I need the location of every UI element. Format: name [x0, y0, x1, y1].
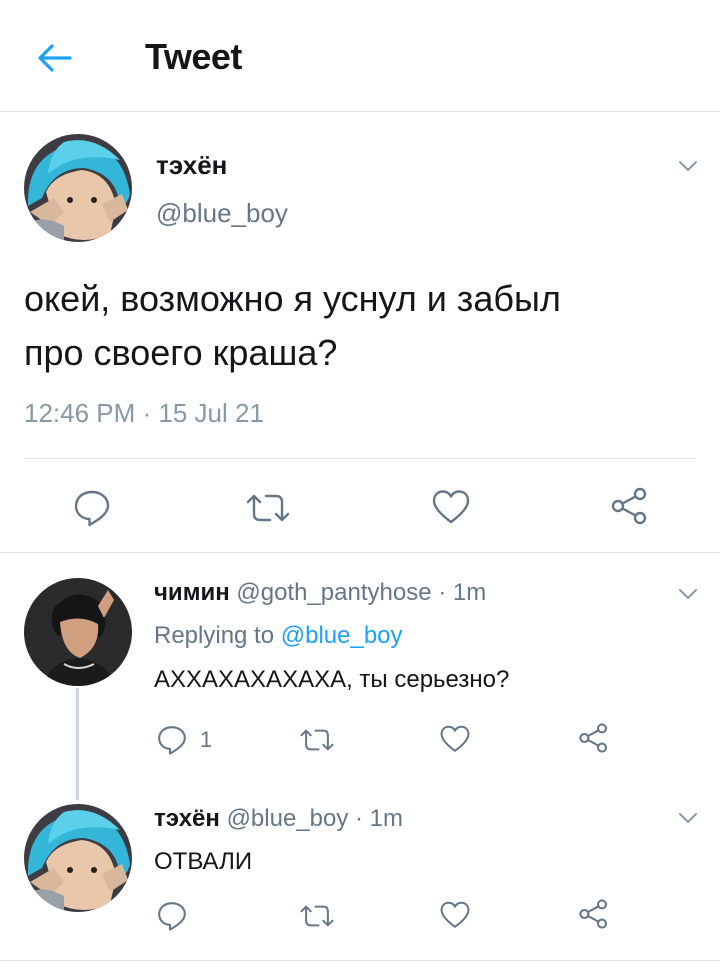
share-icon — [611, 487, 647, 525]
author-handle[interactable]: @goth_pantyhose — [236, 579, 431, 606]
share-icon — [579, 899, 608, 929]
reply-header: чимин @goth_pantyhose · 1m — [154, 579, 486, 607]
avatar[interactable] — [24, 804, 132, 912]
like-button[interactable] — [438, 900, 472, 930]
tweet-text: окей, возможно я уснул и забыл про своег… — [24, 272, 704, 380]
reply-button[interactable] — [72, 488, 112, 528]
reply-icon — [158, 902, 186, 931]
avatar-photo — [24, 134, 132, 242]
like-button[interactable] — [430, 488, 472, 526]
author-name[interactable]: чимин — [154, 579, 230, 606]
share-button[interactable] — [578, 898, 610, 930]
reply-button[interactable]: 1 — [156, 724, 212, 756]
reply-count: 1 — [200, 727, 213, 752]
arrow-left-icon — [38, 44, 72, 72]
chevron-down-icon — [679, 813, 697, 823]
reply-text: ОТВАЛИ — [154, 848, 253, 875]
replying-to-link[interactable]: @blue_boy — [281, 622, 403, 649]
share-icon — [579, 723, 608, 753]
reply-button[interactable] — [156, 900, 188, 932]
avatar-photo — [24, 804, 132, 912]
thread-line — [76, 688, 79, 800]
more-options-button[interactable] — [676, 584, 700, 604]
separator: · — [431, 579, 453, 606]
avatar-photo — [24, 578, 132, 686]
tweet-timestamp[interactable]: 12:46 PM · 15 Jul 21 — [24, 398, 264, 429]
replying-to-label: Replying to — [154, 622, 281, 649]
chevron-down-icon — [679, 589, 697, 599]
tweet-text-line: окей, возможно я уснул и забыл — [24, 278, 561, 319]
author-handle[interactable]: @blue_boy — [227, 805, 349, 832]
more-options-button[interactable] — [676, 808, 700, 828]
author-handle[interactable]: @blue_boy — [156, 198, 288, 229]
retweet-icon — [300, 905, 334, 927]
retweet-button[interactable] — [298, 726, 336, 754]
chevron-down-icon — [679, 161, 697, 171]
top-bar: Tweet — [0, 0, 720, 112]
retweet-button[interactable] — [244, 490, 292, 526]
author-name[interactable]: тэхён — [154, 805, 220, 832]
avatar[interactable] — [24, 578, 132, 686]
reply-icon — [158, 726, 186, 755]
reply-text: АХХАХАХАХАХА, ты серьезно? — [154, 666, 510, 693]
retweet-icon — [246, 494, 290, 522]
heart-icon — [440, 725, 470, 752]
replying-to: Replying to @blue_boy — [154, 622, 403, 650]
author-name[interactable]: тэхён — [156, 150, 227, 181]
tweet-text-line: про своего краша? — [24, 332, 338, 373]
share-button[interactable] — [578, 722, 610, 754]
more-options-button[interactable] — [676, 156, 700, 176]
reply-time[interactable]: 1m — [453, 579, 486, 606]
divider — [0, 960, 720, 961]
divider — [24, 458, 696, 459]
like-button[interactable] — [438, 724, 472, 754]
reply-time[interactable]: 1m — [370, 805, 403, 832]
retweet-icon — [300, 729, 334, 751]
divider — [0, 552, 720, 553]
reply-icon — [74, 490, 110, 527]
avatar[interactable] — [24, 134, 132, 242]
page-title: Tweet — [145, 36, 242, 77]
back-button[interactable] — [30, 36, 80, 80]
heart-icon — [440, 901, 470, 928]
separator: · — [348, 805, 370, 832]
retweet-button[interactable] — [298, 902, 336, 930]
share-button[interactable] — [610, 486, 650, 526]
heart-icon — [432, 490, 470, 524]
reply-header: тэхён @blue_boy · 1m — [154, 805, 403, 833]
